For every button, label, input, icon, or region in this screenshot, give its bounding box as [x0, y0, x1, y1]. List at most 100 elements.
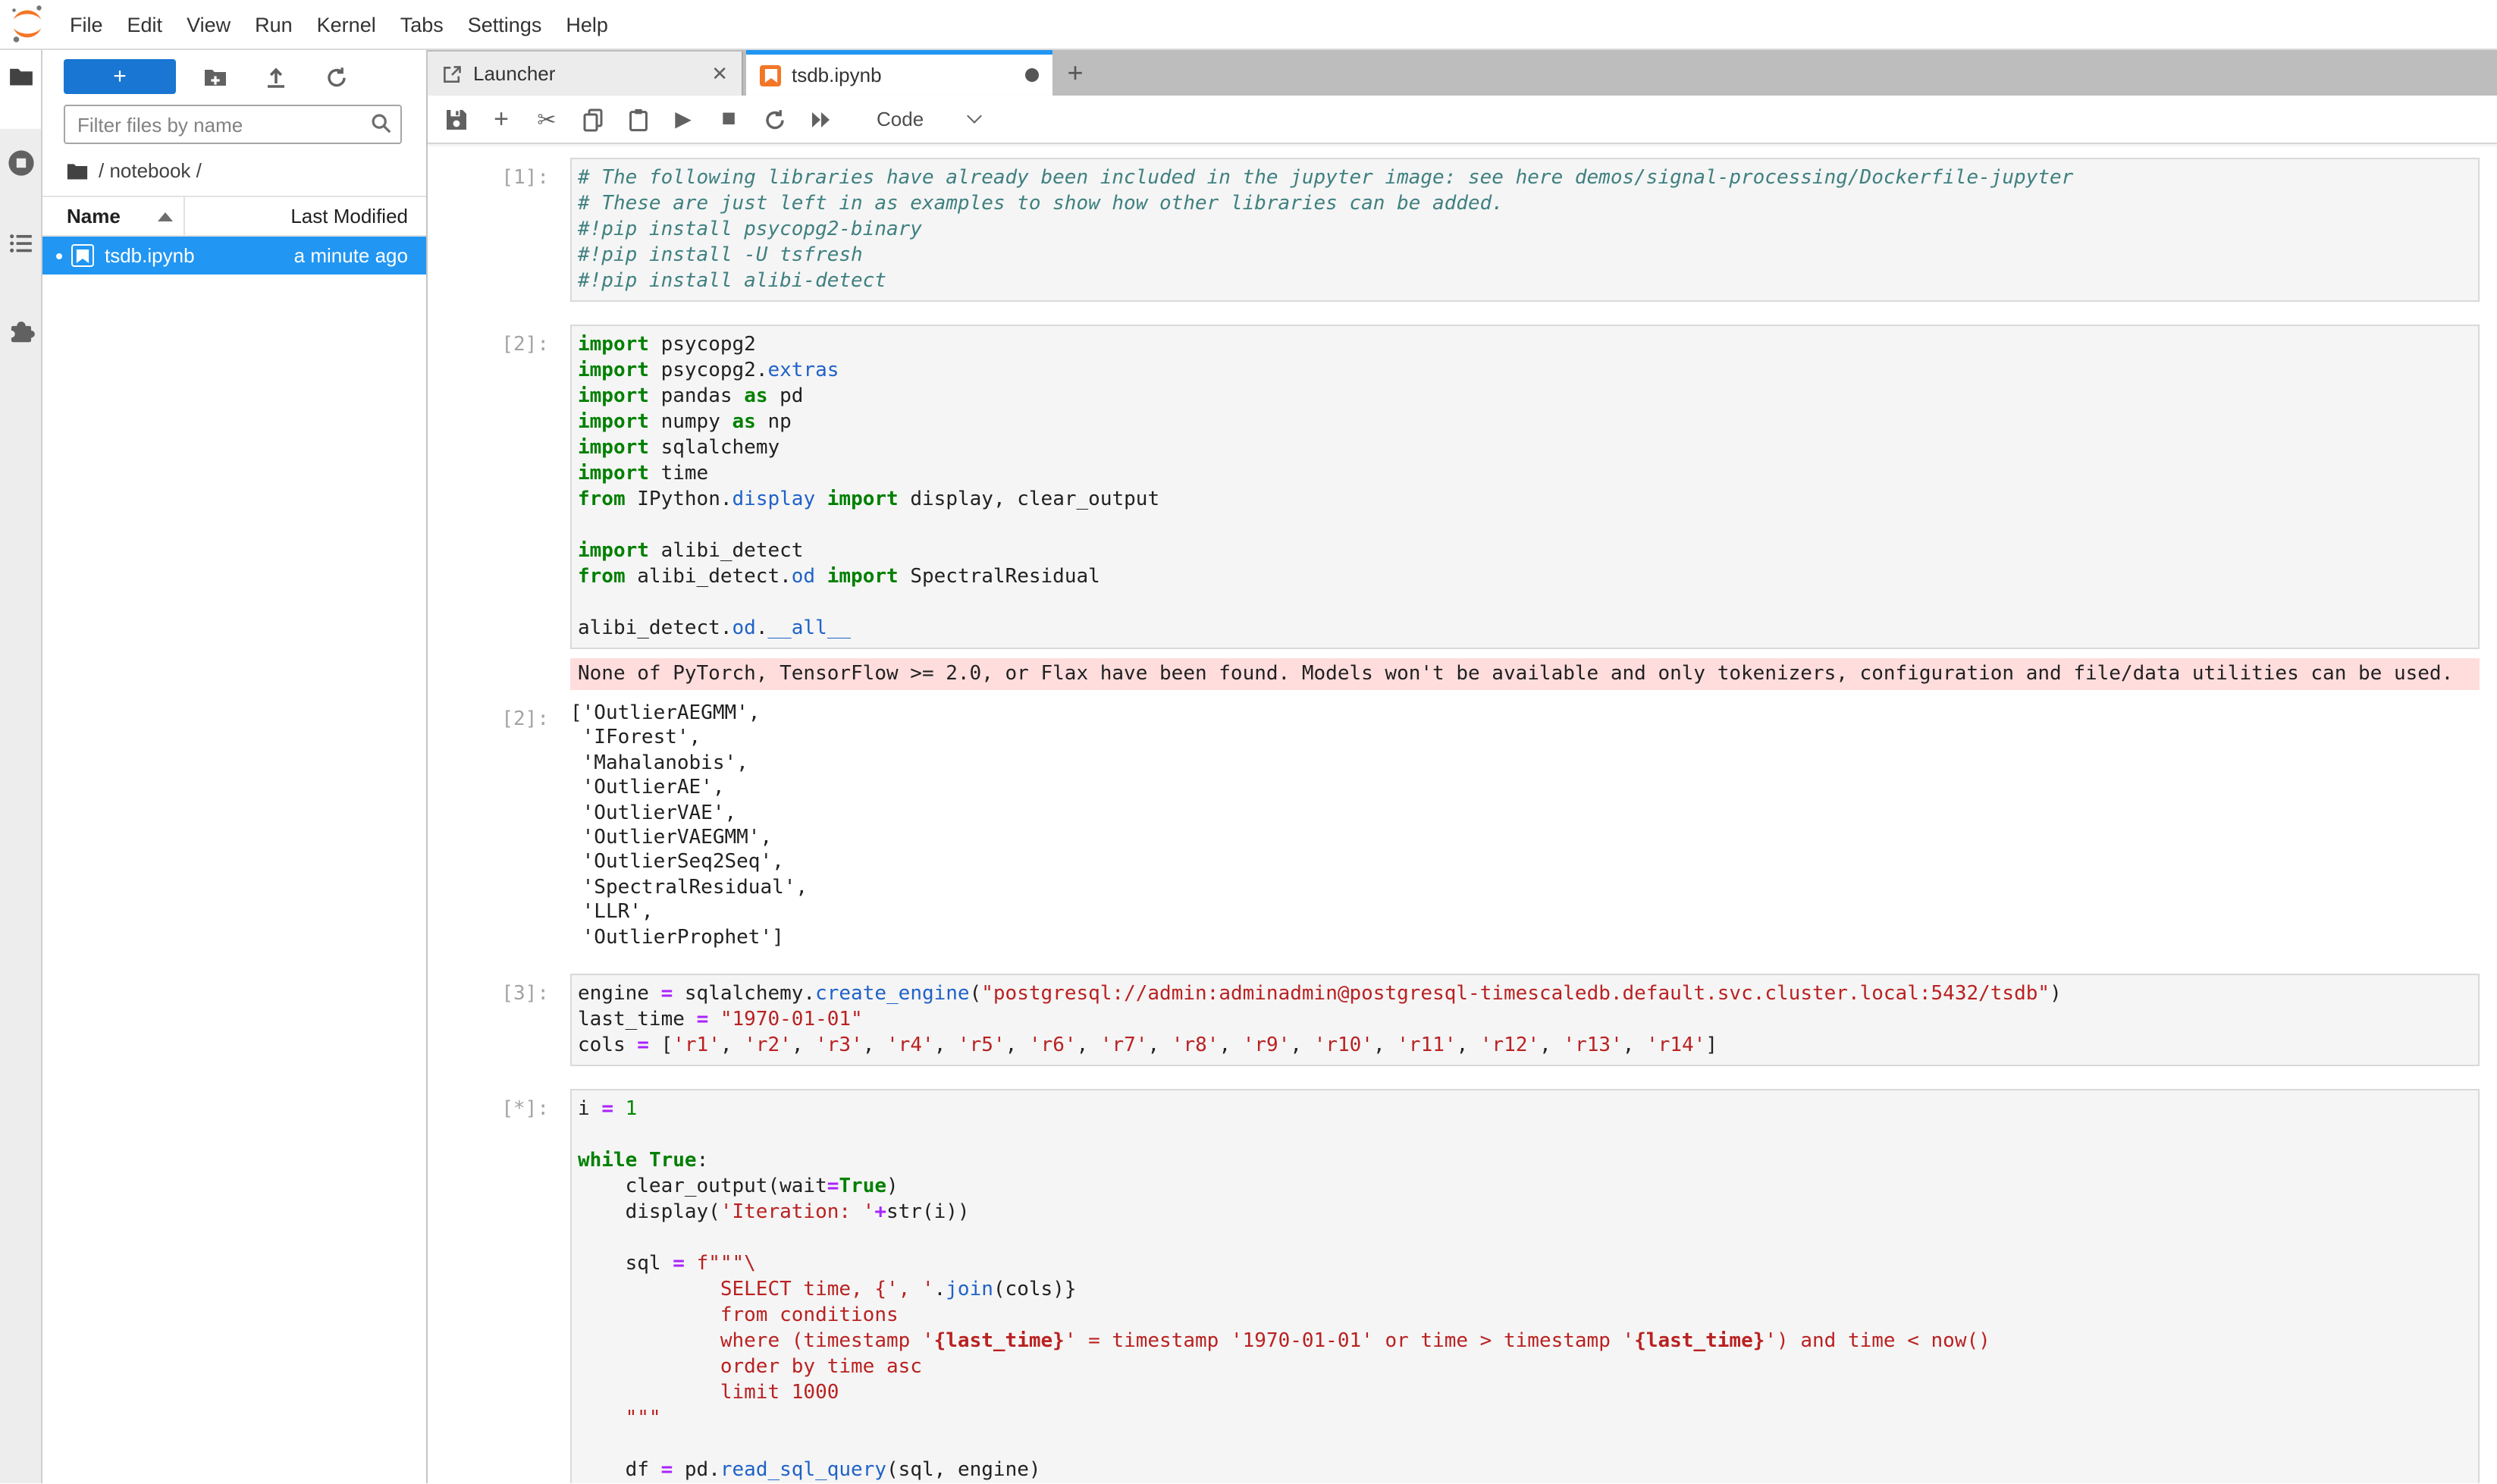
notebook-cells: [1]: # The following libraries have alrea… — [428, 144, 2479, 1482]
code-line: i = 1 — [578, 1097, 2477, 1122]
input-prompt: [3]: — [428, 974, 570, 1066]
new-folder-icon[interactable] — [202, 63, 229, 90]
unsaved-bullet-icon — [56, 253, 62, 259]
code-cell-2: [2]:import psycopg2import psycopg2.extra… — [428, 325, 2479, 951]
code-line: # The following libraries have already b… — [578, 165, 2477, 191]
input-prompt: [*]: — [428, 1089, 570, 1482]
paste-cells-button[interactable] — [617, 101, 658, 137]
tab-bar: Launcher ✕ tsdb.ipynb + — [428, 50, 2497, 96]
new-tab-button[interactable]: + — [1052, 52, 1098, 96]
menubar: File Edit View Run Kernel Tabs Settings … — [0, 0, 2497, 50]
insert-cell-button[interactable]: + — [481, 101, 522, 137]
column-header-last-modified[interactable]: Last Modified — [185, 205, 426, 227]
code-line: import psycopg2.extras — [578, 358, 2477, 384]
menu-tabs[interactable]: Tabs — [388, 13, 456, 36]
copy-cells-button[interactable] — [572, 101, 613, 137]
cell-editor[interactable]: i = 1 while True: clear_output(wait=True… — [570, 1089, 2479, 1482]
code-line — [578, 1432, 2477, 1457]
close-tab-icon[interactable]: ✕ — [702, 61, 728, 86]
restart-kernel-icon[interactable] — [754, 101, 795, 137]
file-browser-icon[interactable] — [8, 64, 33, 89]
new-launcher-button[interactable]: + — [64, 59, 176, 94]
run-button[interactable]: ▶ — [663, 101, 704, 137]
tab-tsdb-notebook[interactable]: tsdb.ipynb — [746, 50, 1052, 96]
menu-edit[interactable]: Edit — [115, 13, 175, 36]
cell-type-dropdown[interactable]: Code — [863, 101, 993, 137]
column-header-name[interactable]: Name — [42, 197, 185, 235]
input-prompt: [2]: — [428, 325, 570, 649]
menu-settings[interactable]: Settings — [456, 13, 554, 36]
menu-view[interactable]: View — [174, 13, 243, 36]
code-line: from conditions — [578, 1303, 2477, 1329]
notebook-document: [1]: # The following libraries have alrea… — [428, 144, 2497, 1482]
unsaved-changes-icon[interactable] — [1025, 68, 1039, 82]
code-line — [578, 513, 2477, 538]
file-browser-toolbar: + — [42, 50, 426, 97]
code-line — [578, 1225, 2477, 1251]
cell-editor[interactable]: import psycopg2import psycopg2.extrasimp… — [570, 325, 2479, 649]
execute-result: ['OutlierAEGMM', 'IForest', 'Mahalanobis… — [570, 699, 2479, 951]
notebook-toolbar: + ✂ ▶ ■ — [428, 96, 2497, 144]
extensions-icon[interactable] — [6, 317, 35, 346]
code-line: engine = sqlalchemy.create_engine("postg… — [578, 981, 2477, 1007]
code-line: sql = f"""\ — [578, 1251, 2477, 1277]
code-line: cols = ['r1', 'r2', 'r3', 'r4', 'r5', 'r… — [578, 1033, 2477, 1059]
code-line: clear_output(wait=True) — [578, 1174, 2477, 1200]
menu-file[interactable]: File — [58, 13, 115, 36]
tab-launcher[interactable]: Launcher ✕ — [428, 52, 743, 96]
file-row-tsdb[interactable]: tsdb.ipynb a minute ago — [42, 237, 426, 275]
tab-label: Launcher — [473, 62, 702, 85]
code-line: import numpy as np — [578, 409, 2477, 435]
cell-editor[interactable]: engine = sqlalchemy.create_engine("postg… — [570, 974, 2479, 1066]
menu-help[interactable]: Help — [554, 13, 620, 36]
filter-files-input[interactable] — [64, 105, 402, 144]
code-line: limit 1000 — [578, 1380, 2477, 1406]
notebook-file-icon — [71, 244, 94, 267]
code-cell-4: [*]:i = 1 while True: clear_output(wait=… — [428, 1089, 2479, 1482]
folder-icon — [67, 162, 88, 180]
code-line: alibi_detect.od.__all__ — [578, 616, 2477, 642]
file-browser-panel: + — [42, 50, 428, 1482]
code-line: SELECT time, {', '.join(cols)} — [578, 1277, 2477, 1303]
table-of-contents-icon[interactable] — [8, 231, 33, 256]
breadcrumb[interactable]: / notebook / — [42, 144, 426, 196]
cell-editor[interactable]: # The following libraries have already b… — [570, 158, 2479, 302]
output-prompt — [428, 658, 570, 690]
input-prompt: [1]: — [428, 158, 570, 302]
menu-kernel[interactable]: Kernel — [305, 13, 388, 36]
menu-run[interactable]: Run — [243, 13, 305, 36]
refresh-icon[interactable] — [323, 63, 350, 90]
code-line: import alibi_detect — [578, 538, 2477, 564]
breadcrumb-path: / notebook / — [99, 159, 202, 182]
code-cell-3: [3]: engine = sqlalchemy.create_engine("p… — [428, 974, 2479, 1066]
code-line — [578, 590, 2477, 616]
output-prompt: [2]: — [428, 699, 570, 951]
jupyterlab-window: File Edit View Run Kernel Tabs Settings … — [0, 0, 2497, 1484]
code-line: #!pip install -U tsfresh — [578, 243, 2477, 268]
stderr-output: None of PyTorch, TensorFlow >= 2.0, or F… — [570, 658, 2479, 690]
stop-button[interactable]: ■ — [708, 101, 749, 137]
run-all-button[interactable] — [799, 101, 840, 137]
upload-icon[interactable] — [262, 63, 290, 90]
code-line: df = pd.read_sql_query(sql, engine) — [578, 1457, 2477, 1482]
dock-panel: Launcher ✕ tsdb.ipynb + — [428, 50, 2497, 1482]
code-line: import sqlalchemy — [578, 435, 2477, 461]
code-line: while True: — [578, 1148, 2477, 1174]
launcher-icon — [441, 63, 463, 84]
code-cell-1: [1]: # The following libraries have alrea… — [428, 158, 2479, 302]
code-line: """ — [578, 1406, 2477, 1432]
code-line: # These are just left in as examples to … — [578, 191, 2477, 217]
code-line: import pandas as pd — [578, 384, 2477, 409]
search-icon — [370, 112, 393, 135]
cut-cells-button[interactable]: ✂ — [526, 101, 567, 137]
cell-type-value: Code — [877, 108, 924, 130]
code-line: order by time asc — [578, 1354, 2477, 1380]
code-line: where (timestamp '{last_time}' = timesta… — [578, 1329, 2477, 1354]
file-list-header: Name Last Modified — [42, 196, 426, 237]
running-kernels-icon[interactable] — [6, 149, 35, 177]
notebook-icon — [760, 64, 781, 86]
code-line: from IPython.display import display, cle… — [578, 487, 2477, 513]
activity-bar — [0, 50, 42, 1482]
save-button[interactable] — [435, 101, 476, 137]
code-line: #!pip install psycopg2-binary — [578, 217, 2477, 243]
